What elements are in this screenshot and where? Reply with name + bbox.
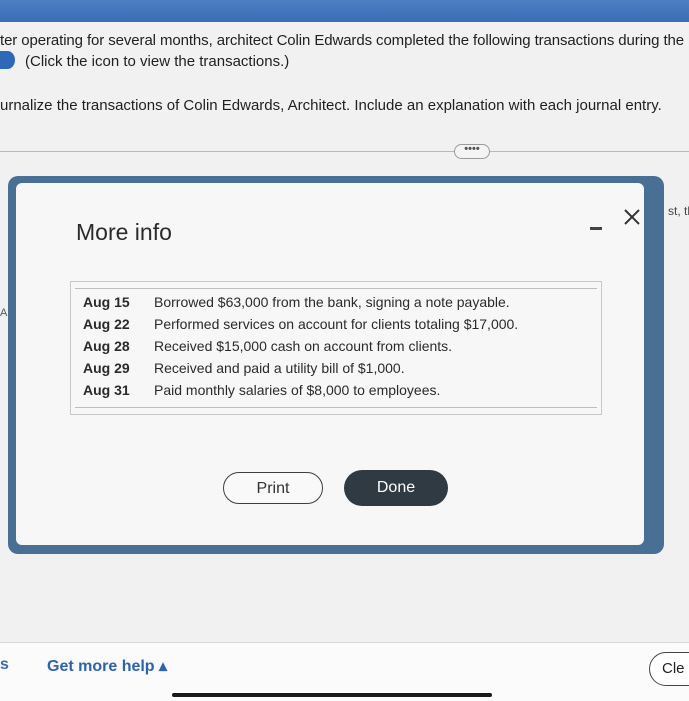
print-button[interactable]: Print [223,472,323,504]
transaction-date: Aug 28 [83,338,130,354]
transaction-description: Borrowed $63,000 from the bank, signing … [154,294,510,310]
toolbar-text-fragment: s [0,656,9,673]
transaction-date: Aug 31 [83,382,130,398]
transaction-date: Aug 15 [83,294,130,310]
more-info-dialog: More info Aug 15 Borrowed $63,000 from t… [16,183,644,545]
close-icon[interactable] [620,205,644,229]
question-instruction: urnalize the transactions of Colin Edwar… [0,97,662,114]
dialog-title: More info [76,219,172,245]
table-row: Aug 29 Received and paid a utility bill … [83,360,593,382]
top-bar [0,0,689,22]
background-text-fragment: st, th [668,204,689,218]
table-row: Aug 31 Paid monthly salaries of $8,000 t… [83,382,593,404]
transaction-description: Paid monthly salaries of $8,000 to emplo… [154,382,441,398]
transaction-description: Performed services on account for client… [154,316,519,332]
table-row: Aug 15 Borrowed $63,000 from the bank, s… [83,294,593,316]
transaction-date: Aug 29 [83,360,130,376]
transactions-table-body: Aug 15 Borrowed $63,000 from the bank, s… [75,288,597,408]
done-button[interactable]: Done [344,470,448,506]
table-row: Aug 28 Received $15,000 cash on account … [83,338,593,360]
transaction-description: Received $15,000 cash on account from cl… [154,338,453,354]
transactions-table: Aug 15 Borrowed $63,000 from the bank, s… [70,281,602,415]
question-text-line2: (Click the icon to view the transactions… [0,51,289,70]
question-text-line1: ter operating for several months, archit… [0,32,689,49]
minimize-icon[interactable] [590,227,602,230]
section-divider [0,151,689,152]
info-icon[interactable] [0,51,15,69]
transaction-description: Received and paid a utility bill of $1,0… [154,360,405,376]
home-indicator [172,693,492,697]
clear-all-button[interactable]: Cle [649,652,689,686]
background-text-fragment-left: A [0,307,8,319]
get-more-help-button[interactable]: Get more help ▴ [47,656,167,676]
view-transactions-link[interactable]: (Click the icon to view the transactions… [25,53,289,70]
expand-button[interactable]: •••• [454,144,490,159]
transaction-date: Aug 22 [83,316,130,332]
table-row: Aug 22 Performed services on account for… [83,316,593,338]
